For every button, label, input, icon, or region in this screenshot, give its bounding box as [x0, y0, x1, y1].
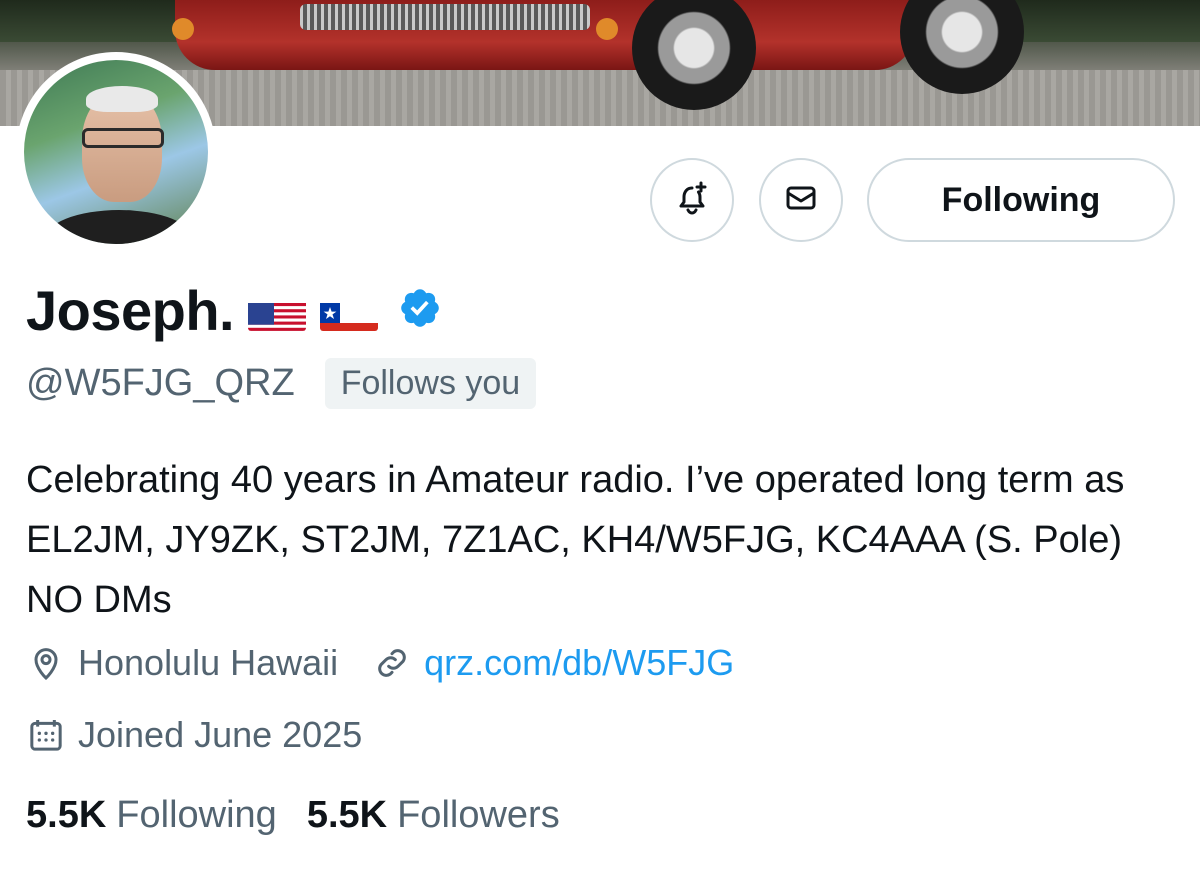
banner-car-lamp	[596, 18, 618, 40]
bell-plus-icon	[674, 180, 710, 221]
us-flag-icon	[248, 291, 307, 331]
website-link[interactable]: qrz.com/db/W5FJG	[424, 642, 734, 684]
avatar-shirt	[44, 210, 194, 244]
chile-flag-icon	[320, 291, 379, 331]
notifications-button[interactable]	[650, 158, 734, 242]
banner-car-grill	[300, 4, 590, 30]
following-button[interactable]: Following	[867, 158, 1175, 242]
following-count: 5.5K	[26, 794, 107, 836]
envelope-icon	[783, 180, 819, 221]
followers-stat[interactable]: 5.5K Followers	[307, 794, 560, 837]
verified-badge-icon[interactable]	[398, 278, 442, 343]
link-icon	[372, 643, 412, 683]
avatar[interactable]	[16, 52, 216, 252]
message-button[interactable]	[759, 158, 843, 242]
avatar-photo	[24, 60, 208, 244]
handle-row: @W5FJG_QRZ Follows you	[26, 358, 537, 409]
location-text: Honolulu Hawaii	[78, 642, 339, 683]
follows-you-badge: Follows you	[324, 358, 537, 409]
following-button-label: Following	[941, 180, 1101, 219]
following-stat[interactable]: 5.5K Following	[26, 794, 277, 837]
following-label: Following	[116, 794, 277, 836]
followers-count: 5.5K	[306, 794, 388, 836]
display-name: Joseph.	[26, 279, 235, 342]
profile-bio: Celebrating 40 years in Amateur radio. I…	[26, 459, 1125, 621]
profile-name-row: Joseph.	[26, 278, 442, 343]
joined-row: Joined June 2025	[26, 714, 362, 756]
profile-meta-row: Honolulu Hawaii qrz.com/db/W5FJG	[26, 642, 734, 684]
user-handle: @W5FJG_QRZ	[26, 362, 295, 404]
avatar-hair	[86, 86, 158, 112]
banner-car-lamp	[172, 18, 194, 40]
follow-stats: 5.5K Following 5.5K Followers	[26, 794, 560, 837]
joined-date: Joined June 2025	[78, 714, 363, 755]
calendar-icon	[26, 715, 66, 755]
followers-label: Followers	[397, 794, 560, 836]
location-pin-icon	[26, 643, 66, 683]
avatar-glasses	[82, 128, 164, 148]
